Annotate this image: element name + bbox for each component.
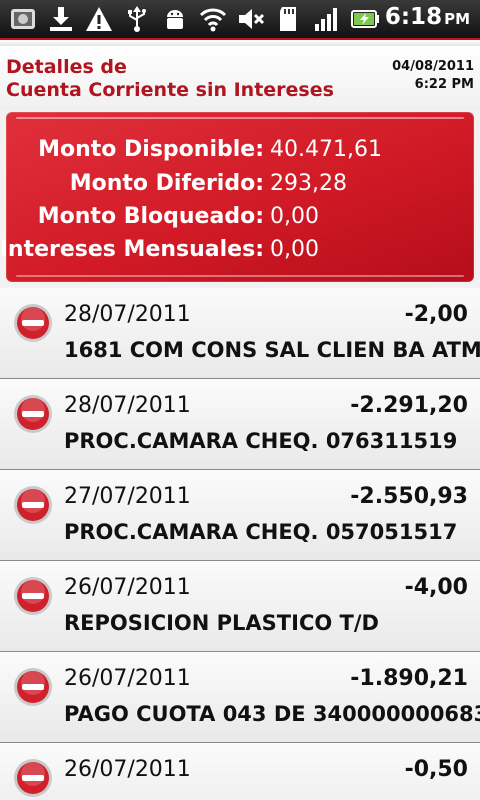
transaction-amount: -2.550,93 (350, 484, 468, 509)
transaction-description: PAGO CUOTA 043 DE 340000000683 (64, 702, 480, 726)
status-bar: 6:18 PM (0, 0, 480, 38)
battery-charging-icon (348, 2, 382, 36)
transaction-amount: -4,00 (404, 575, 468, 600)
transaction-date: 27/07/2011 (64, 484, 191, 509)
debit-minus-icon (12, 575, 54, 617)
summary-row-available: Monto Disponible: 40.471,61 (6, 134, 474, 166)
transaction-row[interactable]: 28/07/2011 -2.291,20 PROC.CAMARA CHEQ. 0… (0, 379, 480, 470)
download-icon (44, 2, 78, 36)
debit-minus-icon (12, 393, 54, 435)
transaction-description: 1681 COM CONS SAL CLIEN BA ATM (64, 338, 480, 362)
transaction-row[interactable]: 26/07/2011 -4,00 REPOSICION PLASTICO T/D (0, 561, 480, 652)
header-divider (0, 38, 480, 46)
transaction-date: 26/07/2011 (64, 575, 191, 600)
transaction-description: PROC.CAMARA CHEQ. 076311519 (64, 429, 458, 453)
screenshot-icon (6, 2, 40, 36)
clock-ampm: PM (444, 10, 470, 28)
sd-card-icon (272, 2, 306, 36)
transaction-amount: -1.890,21 (350, 666, 468, 691)
summary-label: Monto Bloqueado: (37, 204, 264, 229)
debit-minus-icon (12, 757, 54, 799)
transaction-amount: -2,00 (404, 302, 468, 327)
debit-minus-icon (12, 302, 54, 344)
transaction-date: 26/07/2011 (64, 757, 191, 782)
mute-icon (234, 2, 268, 36)
header-date: 04/08/2011 (392, 59, 474, 74)
debit-minus-icon (12, 484, 54, 526)
debit-minus-icon (12, 666, 54, 708)
transaction-row[interactable]: 26/07/2011 -1.890,21 PAGO CUOTA 043 DE 3… (0, 652, 480, 743)
header-datetime: 04/08/2011 6:22 PM (392, 58, 474, 94)
summary-value: 40.471,61 (270, 137, 382, 162)
transaction-date: 28/07/2011 (64, 393, 191, 418)
summary-value: 0,00 (270, 237, 319, 262)
account-summary-card: Monto Disponible: 40.471,61 Monto Diferi… (0, 112, 474, 282)
clock-time: 6:18 (384, 4, 443, 30)
summary-label: Intereses Mensuales: (0, 237, 264, 262)
status-clock: 6:18 PM (385, 4, 470, 30)
transaction-date: 28/07/2011 (64, 302, 191, 327)
card-highlight-top (16, 117, 464, 119)
card-highlight-bottom (16, 275, 464, 277)
usb-icon (120, 2, 154, 36)
summary-row-deferred: Monto Diferido: 293,28 (6, 168, 474, 200)
transaction-description: REPOSICION PLASTICO T/D (64, 611, 379, 635)
summary-label: Monto Disponible: (38, 137, 264, 162)
transaction-description: PROC.CAMARA CHEQ. 057051517 (64, 520, 458, 544)
warning-icon (82, 2, 116, 36)
transaction-amount: -0,50 (404, 757, 468, 782)
transaction-row[interactable]: 27/07/2011 -2.550,93 PROC.CAMARA CHEQ. 0… (0, 470, 480, 561)
page-header: Detalles de Cuenta Corriente sin Interes… (0, 46, 480, 110)
signal-icon (310, 2, 344, 36)
wifi-icon (196, 2, 230, 36)
transaction-row[interactable]: 26/07/2011 -0,50 (0, 743, 480, 800)
header-time: 6:22 PM (414, 77, 474, 92)
summary-row-interest: Intereses Mensuales: 0,00 (0, 234, 474, 266)
summary-value: 0,00 (270, 204, 319, 229)
transaction-amount: -2.291,20 (350, 393, 468, 418)
summary-row-blocked: Monto Bloqueado: 0,00 (6, 201, 474, 233)
summary-label: Monto Diferido: (69, 171, 264, 196)
transactions-list: 28/07/2011 -2,00 1681 COM CONS SAL CLIEN… (0, 288, 480, 800)
page-title: Detalles de Cuenta Corriente sin Interes… (6, 56, 334, 101)
transaction-date: 26/07/2011 (64, 666, 191, 691)
transaction-row[interactable]: 28/07/2011 -2,00 1681 COM CONS SAL CLIEN… (0, 288, 480, 379)
summary-value: 293,28 (270, 171, 347, 196)
android-debug-icon (158, 2, 192, 36)
